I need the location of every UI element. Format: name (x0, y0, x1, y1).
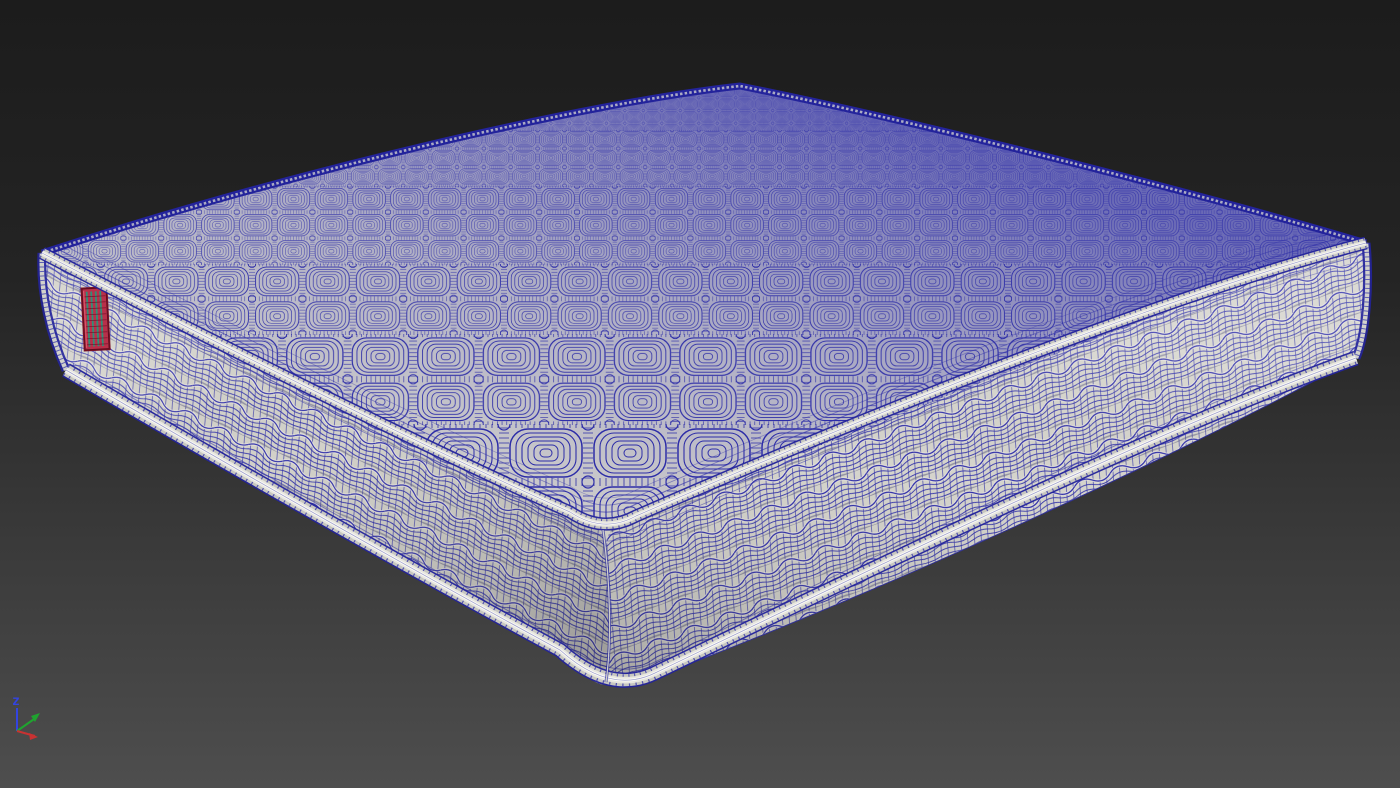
viewport-canvas[interactable]: z (0, 0, 1400, 788)
mattress-label-tag (80, 286, 110, 351)
axis-z-label: z (12, 694, 20, 709)
viewport[interactable]: z (0, 0, 1400, 788)
